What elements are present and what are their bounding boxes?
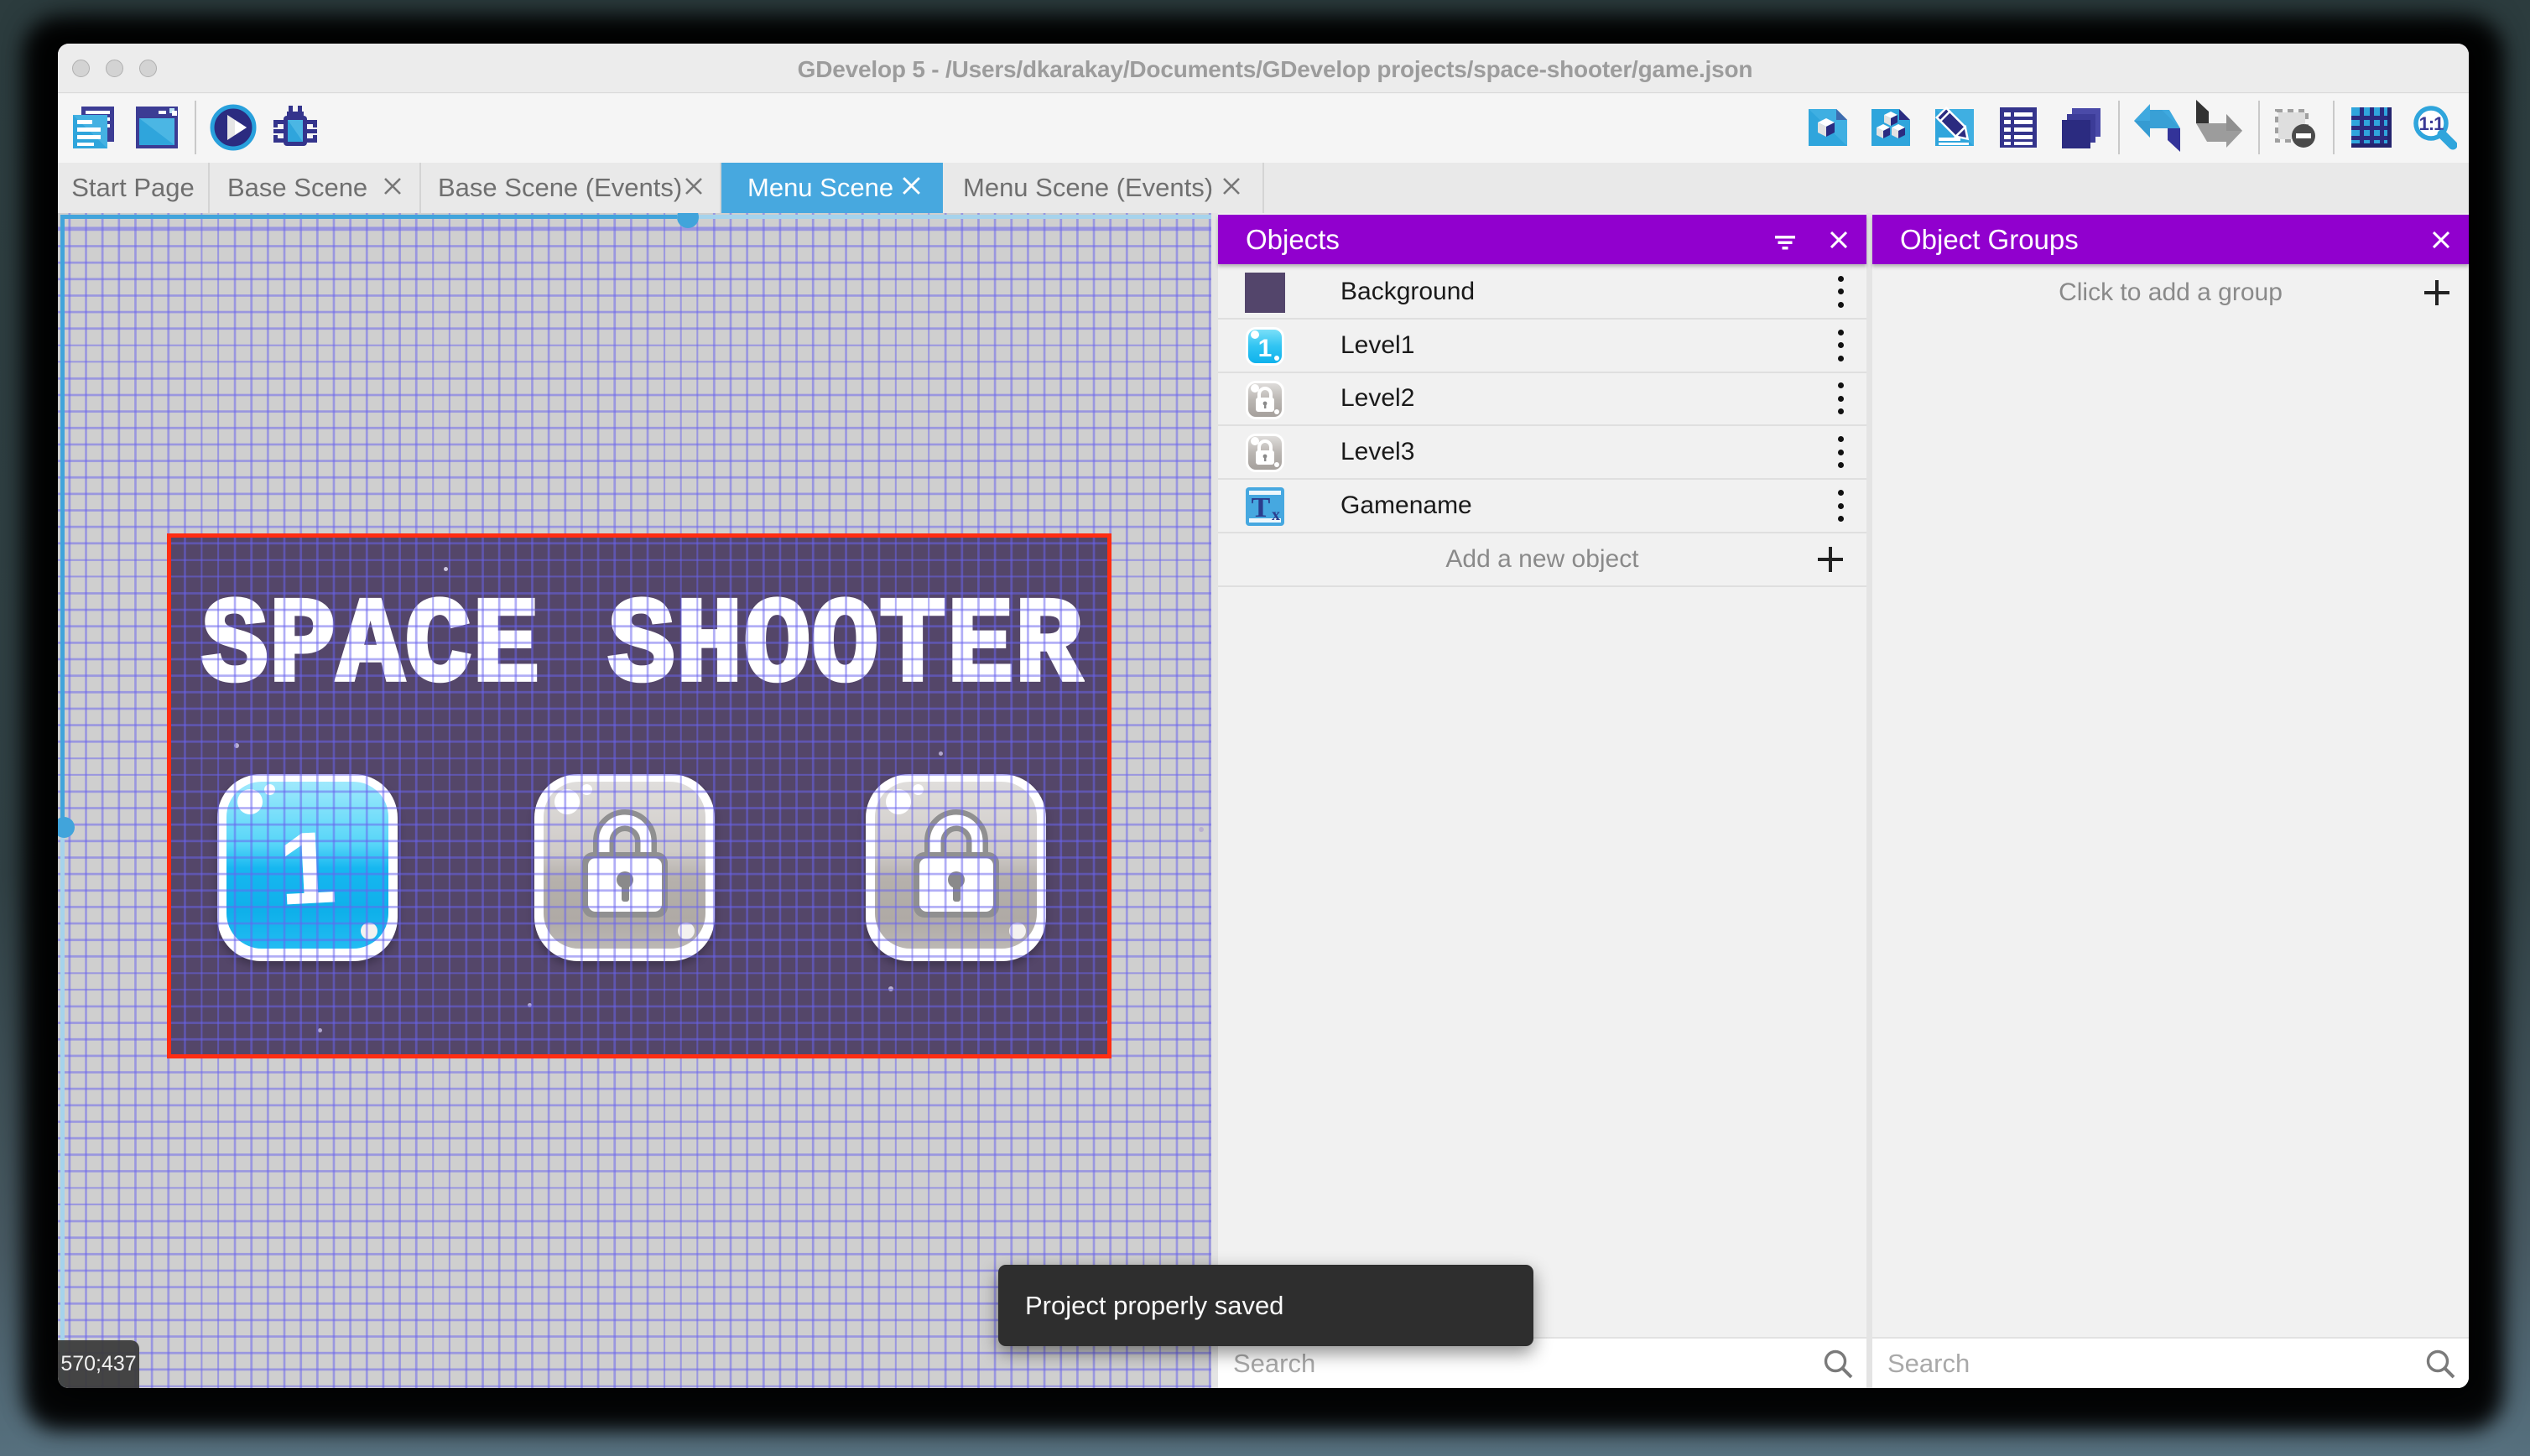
svg-text:x: x (1272, 506, 1280, 524)
svg-text:T: T (1252, 492, 1271, 523)
svg-text:1: 1 (1258, 335, 1273, 362)
